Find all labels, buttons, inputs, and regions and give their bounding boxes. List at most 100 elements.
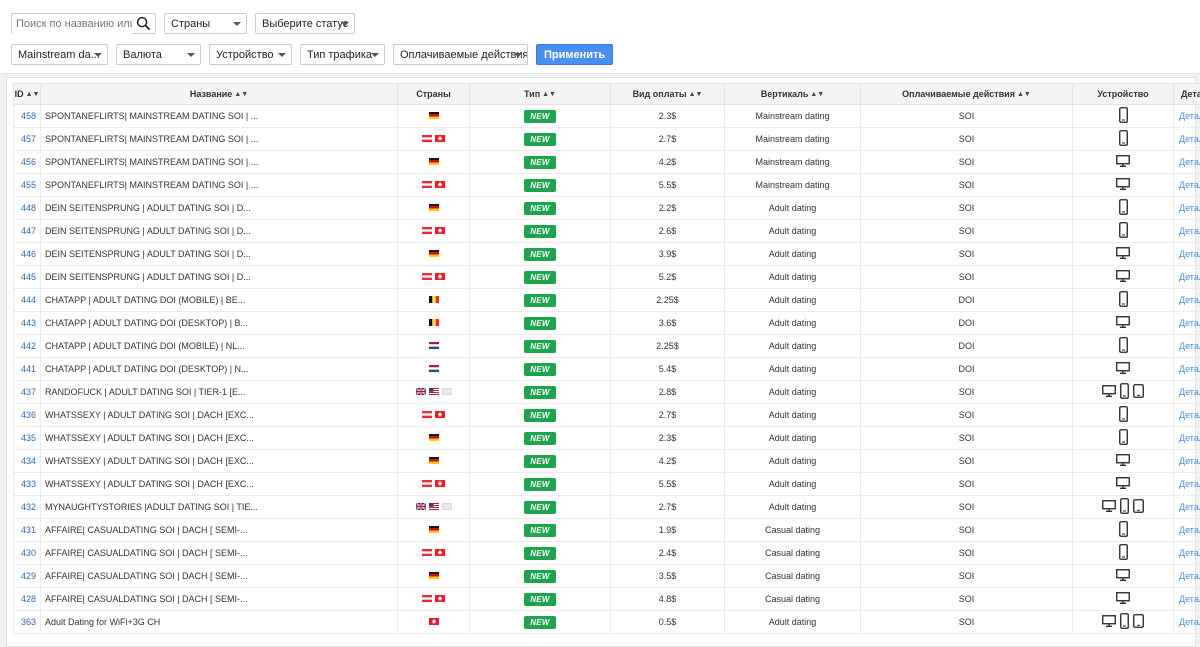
apply-button[interactable]: Применить: [536, 44, 613, 65]
table-row[interactable]: 442CHATAPP | ADULT DATING DOI (MOBILE) |…: [14, 335, 1200, 358]
details-link[interactable]: Детали: [1174, 220, 1200, 243]
offer-id[interactable]: 432: [14, 496, 41, 519]
offer-devices: [1073, 519, 1174, 542]
offer-id[interactable]: 448: [14, 197, 41, 220]
details-link[interactable]: Детали: [1174, 450, 1200, 473]
new-badge: NEW: [524, 156, 556, 169]
details-link[interactable]: Детали: [1174, 289, 1200, 312]
offer-vertical: Adult dating: [725, 220, 861, 243]
offer-id[interactable]: 446: [14, 243, 41, 266]
details-link[interactable]: Детали: [1174, 496, 1200, 519]
table-row[interactable]: 431AFFAIRE| CASUALDATING SOI | DACH [ SE…: [14, 519, 1200, 542]
table-row[interactable]: 445DEIN SEITENSPRUNG | ADULT DATING SOI …: [14, 266, 1200, 289]
details-link[interactable]: Детали: [1174, 312, 1200, 335]
col-vertical[interactable]: Вертикаль▲▼: [725, 84, 861, 105]
offer-type: NEW: [470, 496, 611, 519]
table-row[interactable]: 455SPONTANEFLIRTS| MAINSTREAM DATING SOI…: [14, 174, 1200, 197]
table-row[interactable]: 363Adult Dating for WiFi+3G CHNEW0.5$Adu…: [14, 611, 1200, 634]
table-row[interactable]: 441CHATAPP | ADULT DATING DOI (DESKTOP) …: [14, 358, 1200, 381]
offer-id[interactable]: 430: [14, 542, 41, 565]
flag-de-icon: [429, 456, 439, 466]
table-row[interactable]: 435WHATSSEXY | ADULT DATING SOI | DACH […: [14, 427, 1200, 450]
table-row[interactable]: 448DEIN SEITENSPRUNG | ADULT DATING SOI …: [14, 197, 1200, 220]
details-link[interactable]: Детали: [1174, 243, 1200, 266]
offer-id[interactable]: 363: [14, 611, 41, 634]
details-link[interactable]: Детали: [1174, 427, 1200, 450]
col-actions[interactable]: Оплачиваемые действия▲▼: [861, 84, 1073, 105]
table-row[interactable]: 428AFFAIRE| CASUALDATING SOI | DACH [ SE…: [14, 588, 1200, 611]
col-name[interactable]: Название▲▼: [41, 84, 398, 105]
details-link[interactable]: Детали: [1174, 151, 1200, 174]
details-link[interactable]: Детали: [1174, 381, 1200, 404]
col-type[interactable]: Тип▲▼: [470, 84, 611, 105]
search-input[interactable]: [12, 15, 132, 34]
offer-name: CHATAPP | ADULT DATING DOI (DESKTOP) | N…: [41, 358, 398, 381]
offer-id[interactable]: 428: [14, 588, 41, 611]
table-row[interactable]: 434WHATSSEXY | ADULT DATING SOI | DACH […: [14, 450, 1200, 473]
offer-id[interactable]: 441: [14, 358, 41, 381]
table-row[interactable]: 446DEIN SEITENSPRUNG | ADULT DATING SOI …: [14, 243, 1200, 266]
device-select[interactable]: Устройство: [209, 44, 292, 65]
offer-id[interactable]: 443: [14, 312, 41, 335]
countries-select[interactable]: Страны: [164, 13, 247, 34]
col-payment[interactable]: Вид оплаты▲▼: [611, 84, 725, 105]
currency-select[interactable]: Валюта: [116, 44, 201, 65]
table-row[interactable]: 437RANDOFUCK | ADULT DATING SOI | TIER-1…: [14, 381, 1200, 404]
details-link[interactable]: Детали: [1174, 335, 1200, 358]
paid-actions-select[interactable]: Оплачиваемые действия: [393, 44, 528, 65]
details-link[interactable]: Детали: [1174, 519, 1200, 542]
details-link[interactable]: Детали: [1174, 266, 1200, 289]
details-link[interactable]: Детали: [1174, 473, 1200, 496]
table-row[interactable]: 436WHATSSEXY | ADULT DATING SOI | DACH […: [14, 404, 1200, 427]
details-link[interactable]: Детали: [1174, 565, 1200, 588]
offer-id[interactable]: 456: [14, 151, 41, 174]
search-icon[interactable]: [136, 16, 151, 31]
new-badge: NEW: [524, 225, 556, 238]
table-row[interactable]: 444CHATAPP | ADULT DATING DOI (MOBILE) |…: [14, 289, 1200, 312]
offer-id[interactable]: 444: [14, 289, 41, 312]
details-link[interactable]: Детали: [1174, 105, 1200, 128]
table-row[interactable]: 430AFFAIRE| CASUALDATING SOI | DACH [ SE…: [14, 542, 1200, 565]
offer-devices: [1073, 312, 1174, 335]
details-link[interactable]: Детали: [1174, 128, 1200, 151]
details-link[interactable]: Детали: [1174, 358, 1200, 381]
details-link[interactable]: Детали: [1174, 197, 1200, 220]
offer-id[interactable]: 434: [14, 450, 41, 473]
offer-id[interactable]: 431: [14, 519, 41, 542]
col-id[interactable]: ID▲▼: [14, 84, 41, 105]
table-row[interactable]: 458SPONTANEFLIRTS| MAINSTREAM DATING SOI…: [14, 105, 1200, 128]
offer-id[interactable]: 445: [14, 266, 41, 289]
table-row[interactable]: 443CHATAPP | ADULT DATING DOI (DESKTOP) …: [14, 312, 1200, 335]
offer-id[interactable]: 433: [14, 473, 41, 496]
offer-id[interactable]: 437: [14, 381, 41, 404]
offer-name: AFFAIRE| CASUALDATING SOI | DACH [ SEMI-…: [41, 565, 398, 588]
vertical-select[interactable]: Mainstream da...: [11, 44, 108, 65]
offer-id[interactable]: 436: [14, 404, 41, 427]
traffic-type-select[interactable]: Тип трафика: [300, 44, 385, 65]
table-row[interactable]: 457SPONTANEFLIRTS| MAINSTREAM DATING SOI…: [14, 128, 1200, 151]
offer-id[interactable]: 457: [14, 128, 41, 151]
table-row[interactable]: 456SPONTANEFLIRTS| MAINSTREAM DATING SOI…: [14, 151, 1200, 174]
details-link[interactable]: Детали: [1174, 611, 1200, 634]
table-row[interactable]: 433WHATSSEXY | ADULT DATING SOI | DACH […: [14, 473, 1200, 496]
flag-at-icon: [422, 180, 432, 190]
offer-id[interactable]: 429: [14, 565, 41, 588]
offer-action: SOI: [861, 197, 1073, 220]
status-select[interactable]: Выберите статус: [255, 13, 355, 34]
table-row[interactable]: 447DEIN SEITENSPRUNG | ADULT DATING SOI …: [14, 220, 1200, 243]
details-link[interactable]: Детали: [1174, 174, 1200, 197]
details-link[interactable]: Детали: [1174, 588, 1200, 611]
offer-id[interactable]: 458: [14, 105, 41, 128]
offer-payout: 2.6$: [611, 220, 725, 243]
offer-id[interactable]: 442: [14, 335, 41, 358]
offer-name: Adult Dating for WiFi+3G CH: [41, 611, 398, 634]
details-link[interactable]: Детали: [1174, 542, 1200, 565]
desktop-icon: [1116, 362, 1130, 376]
offer-countries: [398, 450, 470, 473]
offer-id[interactable]: 455: [14, 174, 41, 197]
table-row[interactable]: 432MYNAUGHTYSTORIES |ADULT DATING SOI | …: [14, 496, 1200, 519]
details-link[interactable]: Детали: [1174, 404, 1200, 427]
table-row[interactable]: 429AFFAIRE| CASUALDATING SOI | DACH [ SE…: [14, 565, 1200, 588]
offer-id[interactable]: 435: [14, 427, 41, 450]
offer-id[interactable]: 447: [14, 220, 41, 243]
